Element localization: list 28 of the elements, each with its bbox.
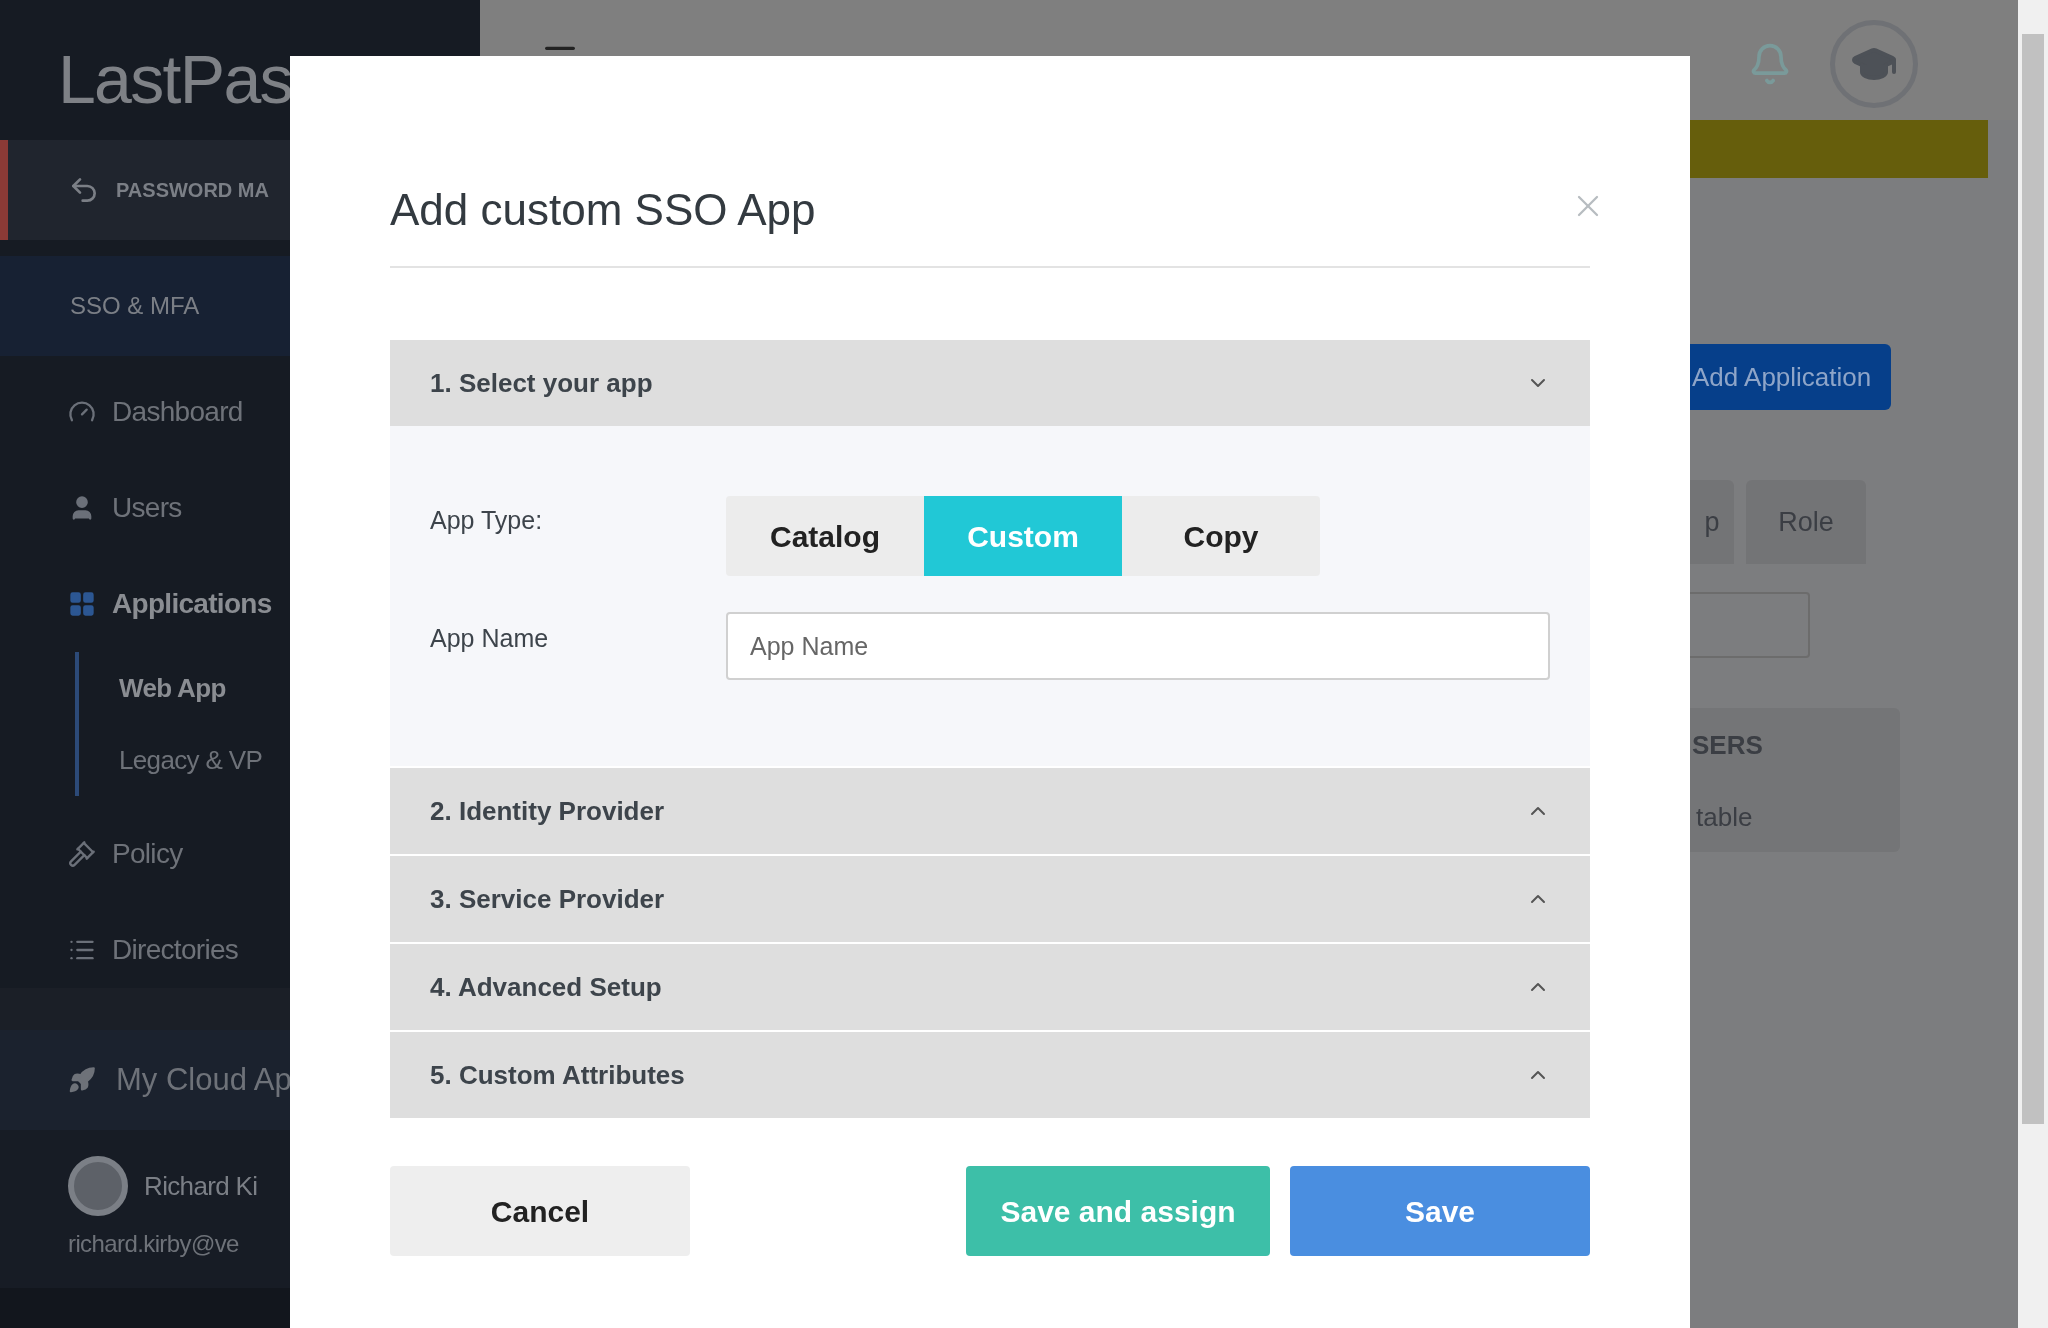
- graduation-cap-icon[interactable]: [1830, 20, 1918, 108]
- accordion-header[interactable]: 5. Custom Attributes: [390, 1032, 1590, 1118]
- gavel-icon: [68, 840, 96, 868]
- add-application-button[interactable]: Add Application: [1690, 344, 1892, 410]
- tab[interactable]: p: [1690, 480, 1734, 564]
- save-button[interactable]: Save: [1290, 1166, 1590, 1256]
- user-email: richard.kirby@ve: [68, 1229, 240, 1259]
- segment-button[interactable]: Copy: [1122, 496, 1320, 576]
- avatar-icon: [68, 1156, 128, 1216]
- cancel-button[interactable]: Cancel: [390, 1166, 690, 1256]
- segment-button[interactable]: Catalog: [726, 496, 924, 576]
- scrollbar[interactable]: [2018, 0, 2048, 1328]
- segment-button[interactable]: Custom: [924, 496, 1122, 576]
- accordion-header[interactable]: 1. Select your app: [390, 340, 1590, 426]
- user-name: Richard Ki: [144, 1169, 258, 1203]
- rocket-icon: [68, 1066, 96, 1094]
- field-label: App Name: [430, 623, 550, 654]
- grid-icon: [68, 590, 96, 618]
- table-cell-text: table: [1695, 800, 1754, 834]
- assign-button[interactable]: Save and assign: [966, 1166, 1270, 1256]
- tab[interactable]: Role: [1746, 480, 1866, 564]
- app-name-field[interactable]: App Name: [726, 612, 1550, 680]
- field-label: App Type:: [430, 505, 544, 536]
- accordion-header[interactable]: 3. Service Provider: [390, 856, 1590, 942]
- accordion-header[interactable]: 2. Identity Provider: [390, 768, 1590, 854]
- accordion-header[interactable]: 4. Advanced Setup: [390, 944, 1590, 1030]
- logo: LastPas: [58, 41, 292, 117]
- table-header: SERS: [1691, 728, 1764, 762]
